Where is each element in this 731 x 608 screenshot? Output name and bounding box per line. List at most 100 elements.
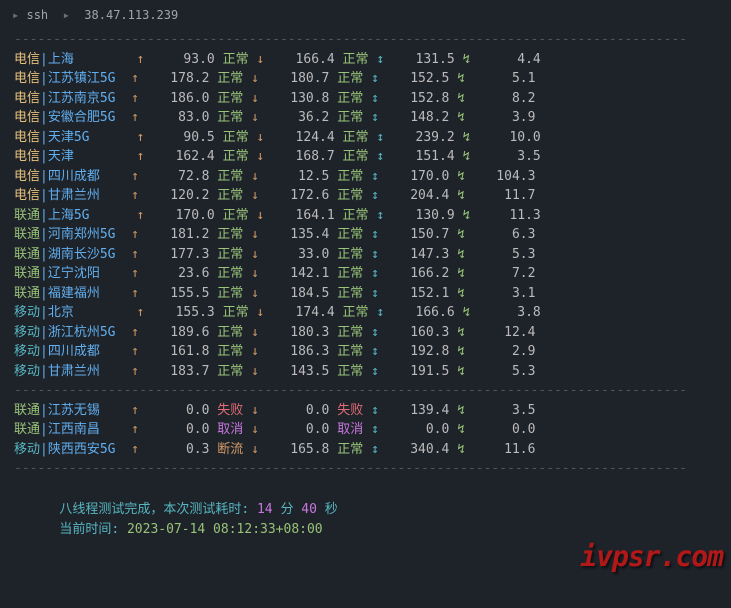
jitter-bolt-icon: ↯ bbox=[457, 286, 465, 301]
latency-value: 340.4 bbox=[387, 442, 450, 457]
location-label: 北京 bbox=[48, 305, 129, 320]
upload-speed: 186.0 bbox=[147, 91, 210, 106]
upload-status: 正常 bbox=[217, 91, 243, 106]
isp-label: 电信 bbox=[14, 71, 40, 86]
jitter-value: 12.4 bbox=[473, 325, 536, 340]
upload-arrow-icon: ↑ bbox=[131, 247, 139, 262]
isp-label: 移动 bbox=[14, 442, 40, 457]
location-label: 江苏南京5G bbox=[48, 91, 123, 106]
download-arrow-icon: ↓ bbox=[251, 110, 259, 125]
upload-speed: 0.0 bbox=[147, 403, 210, 418]
table-row: 电信|江苏镇江5G ↑ 178.2 正常 ↓ 180.7 正常 ↕ 152.5 … bbox=[14, 69, 717, 89]
divider-mid: ----------------------------------------… bbox=[14, 381, 717, 401]
upload-speed: 177.3 bbox=[147, 247, 210, 262]
pipe-sep: | bbox=[40, 403, 48, 418]
jitter-bolt-icon: ↯ bbox=[457, 188, 465, 203]
terminal-output: ----------------------------------------… bbox=[0, 30, 731, 479]
download-status: 正常 bbox=[343, 208, 369, 223]
latency-arrow-icon: ↕ bbox=[371, 169, 379, 184]
latency-value: 239.2 bbox=[392, 130, 455, 145]
location-label: 天津 bbox=[48, 149, 129, 164]
download-speed: 143.5 bbox=[267, 364, 330, 379]
jitter-bolt-icon: ↯ bbox=[457, 344, 465, 359]
upload-arrow-icon: ↑ bbox=[131, 227, 139, 242]
latency-arrow-icon: ↕ bbox=[376, 149, 384, 164]
jitter-value: 11.3 bbox=[478, 208, 541, 223]
divider-top: ----------------------------------------… bbox=[14, 30, 717, 50]
divider-bottom: ----------------------------------------… bbox=[14, 459, 717, 479]
latency-value: 148.2 bbox=[387, 110, 450, 125]
current-time: 2023-07-14 08:12:33+08:00 bbox=[127, 522, 323, 537]
upload-speed: 120.2 bbox=[147, 188, 210, 203]
table-row: 移动|四川成都 ↑ 161.8 正常 ↓ 186.3 正常 ↕ 192.8 ↯ … bbox=[14, 342, 717, 362]
download-speed: 180.3 bbox=[267, 325, 330, 340]
ssh-host: 38.47.113.239 bbox=[84, 8, 178, 22]
jitter-value: 3.9 bbox=[473, 110, 536, 125]
latency-arrow-icon: ↕ bbox=[371, 344, 379, 359]
speedtest-results-failed: 联通|江苏无锡 ↑ 0.0 失败 ↓ 0.0 失败 ↕ 139.4 ↯ 3.5联… bbox=[14, 401, 717, 460]
download-arrow-icon: ↓ bbox=[251, 91, 259, 106]
upload-speed: 155.3 bbox=[152, 305, 215, 320]
jitter-bolt-icon: ↯ bbox=[457, 325, 465, 340]
download-status: 正常 bbox=[337, 442, 363, 457]
download-status: 正常 bbox=[337, 247, 363, 262]
upload-status: 正常 bbox=[223, 208, 249, 223]
download-status: 正常 bbox=[337, 227, 363, 242]
latency-value: 152.5 bbox=[387, 71, 450, 86]
pipe-sep: | bbox=[40, 169, 48, 184]
table-row: 联通|湖南长沙5G ↑ 177.3 正常 ↓ 33.0 正常 ↕ 147.3 ↯… bbox=[14, 245, 717, 265]
jitter-value: 10.0 bbox=[478, 130, 541, 145]
download-status: 正常 bbox=[337, 364, 363, 379]
download-speed: 135.4 bbox=[267, 227, 330, 242]
location-label: 湖南长沙5G bbox=[48, 247, 123, 262]
latency-value: 0.0 bbox=[387, 422, 450, 437]
latency-arrow-icon: ↕ bbox=[376, 208, 384, 223]
latency-value: 166.2 bbox=[387, 266, 450, 281]
latency-value: 147.3 bbox=[387, 247, 450, 262]
latency-arrow-icon: ↕ bbox=[371, 286, 379, 301]
download-speed: 166.4 bbox=[272, 52, 335, 67]
download-arrow-icon: ↓ bbox=[251, 364, 259, 379]
jitter-value: 5.3 bbox=[473, 364, 536, 379]
jitter-value: 7.2 bbox=[473, 266, 536, 281]
jitter-value: 2.9 bbox=[473, 344, 536, 359]
latency-value: 152.8 bbox=[387, 91, 450, 106]
upload-speed: 170.0 bbox=[152, 208, 215, 223]
download-speed: 33.0 bbox=[267, 247, 330, 262]
isp-label: 联通 bbox=[14, 266, 40, 281]
latency-value: 131.5 bbox=[392, 52, 455, 67]
download-speed: 36.2 bbox=[267, 110, 330, 125]
jitter-bolt-icon: ↯ bbox=[457, 403, 465, 418]
jitter-value: 11.7 bbox=[473, 188, 536, 203]
jitter-bolt-icon: ↯ bbox=[457, 247, 465, 262]
upload-status: 正常 bbox=[217, 247, 243, 262]
isp-label: 电信 bbox=[14, 188, 40, 203]
download-status: 正常 bbox=[337, 110, 363, 125]
location-label: 上海 bbox=[48, 52, 129, 67]
upload-speed: 178.2 bbox=[147, 71, 210, 86]
upload-speed: 83.0 bbox=[147, 110, 210, 125]
pipe-sep: | bbox=[40, 325, 48, 340]
download-speed: 180.7 bbox=[267, 71, 330, 86]
table-row: 联通|河南郑州5G ↑ 181.2 正常 ↓ 135.4 正常 ↕ 150.7 … bbox=[14, 225, 717, 245]
latency-arrow-icon: ↕ bbox=[371, 91, 379, 106]
summary-prefix-2: 当前时间: bbox=[59, 522, 119, 537]
table-row: 联通|辽宁沈阳 ↑ 23.6 正常 ↓ 142.1 正常 ↕ 166.2 ↯ 7… bbox=[14, 264, 717, 284]
upload-arrow-icon: ↑ bbox=[131, 403, 139, 418]
download-speed: 130.8 bbox=[267, 91, 330, 106]
table-row: 联通|福建福州 ↑ 155.5 正常 ↓ 184.5 正常 ↕ 152.1 ↯ … bbox=[14, 284, 717, 304]
download-speed: 186.3 bbox=[267, 344, 330, 359]
jitter-value: 6.3 bbox=[473, 227, 536, 242]
upload-arrow-icon: ↑ bbox=[131, 422, 139, 437]
pipe-sep: | bbox=[40, 305, 48, 320]
upload-status: 失败 bbox=[217, 403, 243, 418]
latency-arrow-icon: ↕ bbox=[371, 422, 379, 437]
table-row: 电信|天津 ↑ 162.4 正常 ↓ 168.7 正常 ↕ 151.4 ↯ 3.… bbox=[14, 147, 717, 167]
ssh-command: ssh bbox=[26, 8, 48, 22]
download-arrow-icon: ↓ bbox=[256, 52, 264, 67]
upload-speed: 155.5 bbox=[147, 286, 210, 301]
latency-arrow-icon: ↕ bbox=[371, 266, 379, 281]
download-status: 失败 bbox=[337, 403, 363, 418]
download-arrow-icon: ↓ bbox=[251, 286, 259, 301]
upload-arrow-icon: ↑ bbox=[136, 52, 144, 67]
